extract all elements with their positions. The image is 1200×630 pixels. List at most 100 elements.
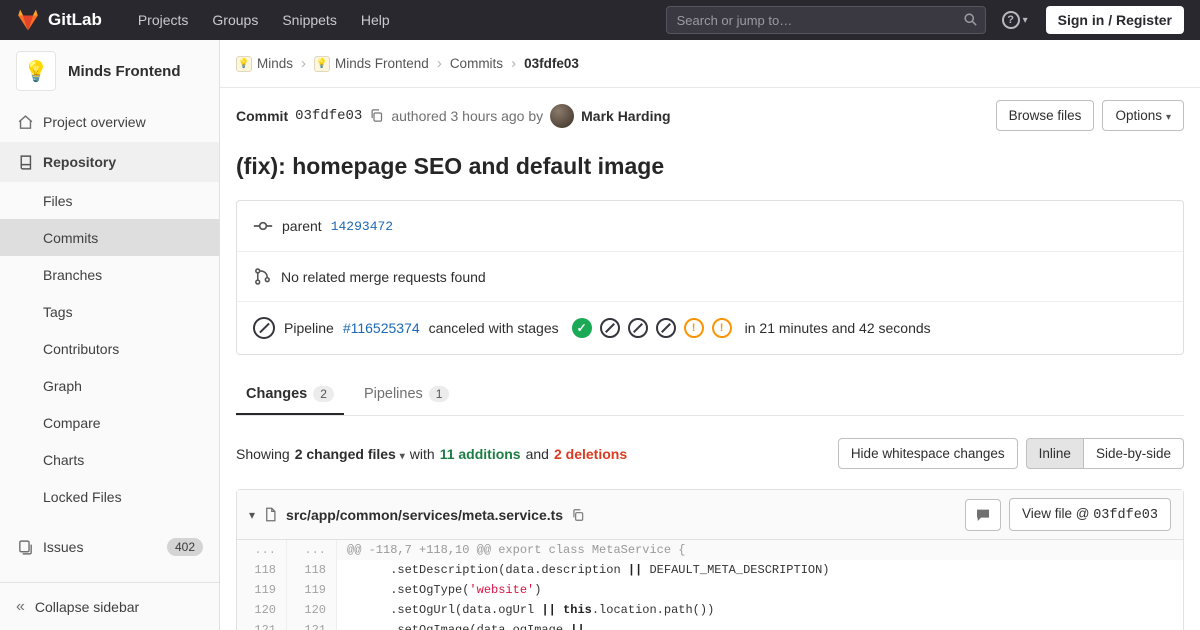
pipeline-stages: ✓ ! ! xyxy=(571,318,732,338)
copy-sha-button[interactable] xyxy=(369,108,384,123)
sidebar-item-graph[interactable]: Graph xyxy=(0,367,219,404)
stage-canceled-icon[interactable] xyxy=(627,318,648,338)
merge-requests-row: No related merge requests found xyxy=(237,252,1183,302)
new-line-number[interactable]: 121 xyxy=(287,620,337,630)
authored-text: authored 3 hours ago by xyxy=(391,107,544,124)
commit-title: (fix): homepage SEO and default image xyxy=(236,153,665,179)
sidebar-item-contributors[interactable]: Contributors xyxy=(0,330,219,367)
sidebar-item-project-overview[interactable]: Project overview xyxy=(0,102,219,142)
comment-bubble-icon xyxy=(975,507,991,523)
commit-label: Commit xyxy=(236,107,289,124)
diff-line: 121 121 .setOgImage(data.ogImage || xyxy=(237,620,1183,630)
breadcrumb-group[interactable]: 💡 Minds xyxy=(236,55,293,72)
gitlab-logo[interactable]: GitLab xyxy=(16,8,102,32)
author-avatar[interactable] xyxy=(550,103,575,128)
pipeline-canceled-icon[interactable] xyxy=(253,317,275,339)
merge-request-icon xyxy=(253,267,272,286)
sidebar-item-tags[interactable]: Tags xyxy=(0,293,219,330)
parent-sha-link[interactable]: 14293472 xyxy=(331,219,393,234)
breadcrumb-current-sha: 03fdfe03 xyxy=(524,56,579,71)
project-context[interactable]: 💡 Minds Frontend xyxy=(0,40,219,102)
home-icon xyxy=(16,114,34,131)
sidebar-item-branches[interactable]: Branches xyxy=(0,256,219,293)
sidebar-item-charts[interactable]: Charts xyxy=(0,441,219,478)
code-line: .setDescription(data.description || DEFA… xyxy=(347,563,830,577)
old-line-number[interactable]: 120 xyxy=(237,600,287,620)
sidebar-item-compare[interactable]: Compare xyxy=(0,404,219,441)
help-dropdown[interactable]: ? ▾ xyxy=(1001,11,1028,29)
diff-hunk-header: ... ... @@ -118,7 +118,10 @@ export clas… xyxy=(237,540,1183,560)
group-avatar: 💡 xyxy=(236,55,252,72)
stage-warning-icon[interactable]: ! xyxy=(711,318,732,338)
menu-snippets[interactable]: Snippets xyxy=(270,12,348,28)
top-navbar: GitLab Projects Groups Snippets Help ? ▾… xyxy=(0,0,1200,40)
diff-line: 120 120 .setOgUrl(data.ogUrl || this.loc… xyxy=(237,600,1183,620)
collapse-diff-button[interactable]: ▾ xyxy=(249,508,255,522)
double-chevron-left-icon: « xyxy=(16,597,25,615)
search-input[interactable] xyxy=(665,6,986,34)
changes-count-badge: 2 xyxy=(313,386,334,402)
chevron-down-icon: ▾ xyxy=(1022,14,1028,26)
stage-canceled-icon[interactable] xyxy=(655,318,676,338)
sign-in-button[interactable]: Sign in / Register xyxy=(1045,6,1184,34)
old-line-number[interactable]: 121 xyxy=(237,620,287,630)
sidebar-item-repository[interactable]: Repository xyxy=(0,142,219,182)
chevron-right-icon: › xyxy=(301,55,307,72)
menu-groups[interactable]: Groups xyxy=(200,12,270,28)
gitlab-wordmark: GitLab xyxy=(48,10,102,29)
stage-warning-icon[interactable]: ! xyxy=(683,318,704,338)
search-box xyxy=(665,6,986,34)
pipeline-id-link[interactable]: #116525374 xyxy=(343,320,420,336)
chevron-down-icon: ▾ xyxy=(1165,112,1171,123)
pipeline-row: Pipeline #116525374 canceled with stages… xyxy=(237,302,1183,354)
stage-canceled-icon[interactable] xyxy=(599,318,620,338)
search-icon[interactable] xyxy=(963,12,978,27)
author-name-link[interactable]: Mark Harding xyxy=(581,108,670,124)
issues-count-badge: 402 xyxy=(166,538,203,556)
parent-label: parent xyxy=(282,218,322,234)
view-file-sha: 03fdfe03 xyxy=(1093,508,1158,523)
chevron-right-icon: › xyxy=(511,55,517,72)
code-line: .setOgImage(data.ogImage || xyxy=(347,623,592,630)
breadcrumb: 💡 Minds › 💡 Minds Frontend › Commits › 0… xyxy=(220,40,1200,88)
new-line-number[interactable]: 120 xyxy=(287,600,337,620)
commit-info-box: parent 14293472 No related merge request… xyxy=(236,200,1184,355)
collapse-sidebar-button[interactable]: « Collapse sidebar xyxy=(0,582,219,630)
breadcrumb-commits[interactable]: Commits xyxy=(450,56,503,71)
changed-files-dropdown[interactable]: 2 changed files ▾ xyxy=(295,446,405,462)
chevron-down-icon: ▾ xyxy=(399,450,405,462)
old-line-number[interactable]: 118 xyxy=(237,560,287,580)
sidebar-item-files[interactable]: Files xyxy=(0,182,219,219)
tab-changes[interactable]: Changes 2 xyxy=(236,375,344,415)
stage-passed-icon[interactable]: ✓ xyxy=(571,318,592,338)
sidebar-item-commits[interactable]: Commits xyxy=(0,219,219,256)
browse-files-button[interactable]: Browse files xyxy=(995,100,1095,131)
breadcrumb-project[interactable]: 💡 Minds Frontend xyxy=(314,55,429,72)
side-by-side-view-button[interactable]: Side-by-side xyxy=(1083,438,1184,469)
commit-tabs: Changes 2 Pipelines 1 xyxy=(236,375,1184,416)
menu-projects[interactable]: Projects xyxy=(126,12,201,28)
pipeline-status-text: canceled with stages xyxy=(428,320,559,336)
copy-path-button[interactable] xyxy=(571,508,585,522)
view-file-button[interactable]: View file @ 03fdfe03 xyxy=(1008,498,1171,531)
sidebar-item-issues[interactable]: Issues 402 xyxy=(0,527,219,567)
diff-file-card: ▾ src/app/common/services/meta.service.t… xyxy=(236,489,1184,630)
project-name: Minds Frontend xyxy=(68,62,181,80)
diff-file-header: ▾ src/app/common/services/meta.service.t… xyxy=(237,490,1183,540)
sidebar-item-locked-files[interactable]: Locked Files xyxy=(0,478,219,515)
menu-help[interactable]: Help xyxy=(349,12,402,28)
old-line-number: ... xyxy=(237,540,287,560)
tab-pipelines[interactable]: Pipelines 1 xyxy=(354,375,460,415)
comment-file-button[interactable] xyxy=(964,498,1001,531)
diff-view-toggle: Inline Side-by-side xyxy=(1025,438,1184,469)
hunk-header-text: @@ -118,7 +118,10 @@ export class MetaSe… xyxy=(337,540,1183,560)
new-line-number[interactable]: 118 xyxy=(287,560,337,580)
showing-text: Showing xyxy=(236,445,290,462)
old-line-number[interactable]: 119 xyxy=(237,580,287,600)
new-line-number[interactable]: 119 xyxy=(287,580,337,600)
inline-view-button[interactable]: Inline xyxy=(1025,438,1084,469)
hide-whitespace-button[interactable]: Hide whitespace changes xyxy=(837,438,1018,469)
options-dropdown-button[interactable]: Options ▾ xyxy=(1102,100,1184,131)
diff-controls-row: Showing 2 changed files ▾ with 11 additi… xyxy=(236,438,1184,469)
repository-icon xyxy=(16,154,34,171)
